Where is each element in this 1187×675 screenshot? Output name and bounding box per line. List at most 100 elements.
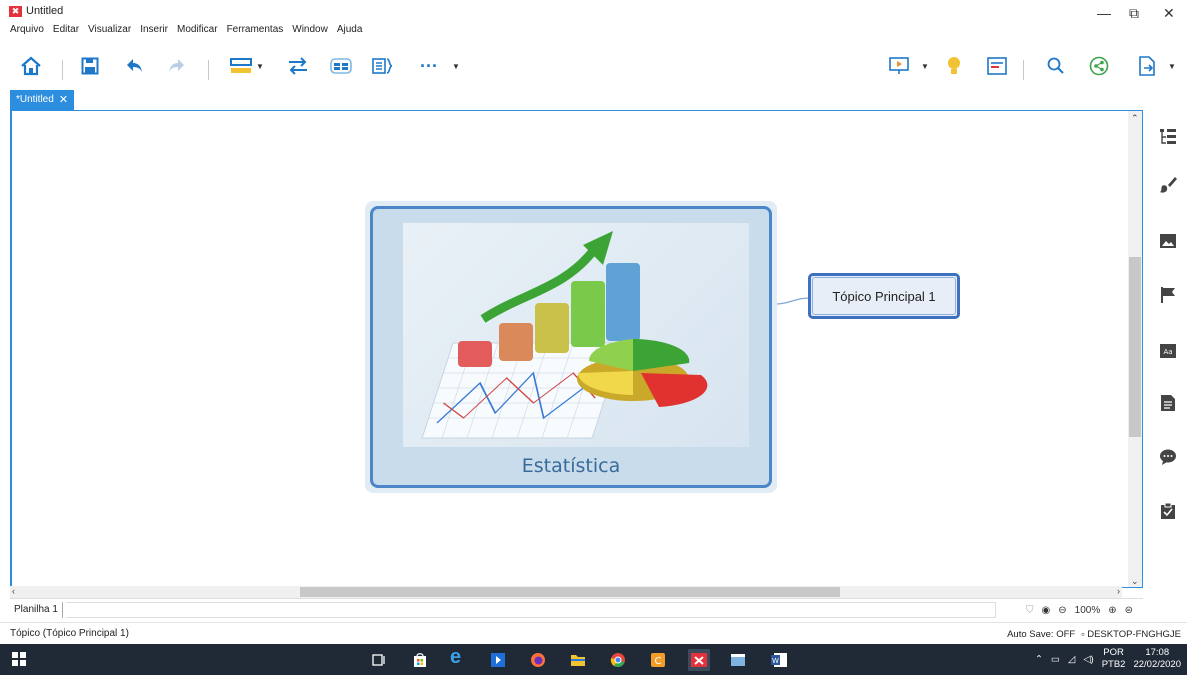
minimize-button[interactable]: — xyxy=(1097,6,1111,20)
format-brush-icon[interactable] xyxy=(1159,176,1177,194)
status-right: Auto Save: OFF ▫ DESKTOP-FNGHGJE xyxy=(1007,629,1181,640)
language-indicator[interactable]: POR PTB2 xyxy=(1102,647,1126,671)
edge-browser-icon[interactable]: e xyxy=(450,647,466,667)
close-button[interactable]: ✕ xyxy=(1163,6,1175,20)
firefox-icon[interactable] xyxy=(530,652,546,668)
toolbar-divider xyxy=(62,60,63,80)
menu-editar[interactable]: Editar xyxy=(53,22,79,38)
clock[interactable]: 17:08 22/02/2020 xyxy=(1133,647,1181,671)
menu-visualizar[interactable]: Visualizar xyxy=(88,22,131,38)
menu-arquivo[interactable]: Arquivo xyxy=(10,22,44,38)
text-style-icon[interactable]: Aa xyxy=(1159,342,1177,360)
autosave-status[interactable]: Auto Save: OFF xyxy=(1007,629,1075,640)
toolbar-divider xyxy=(208,60,209,80)
zoom-controls: ⛉ ◉ ⊖ 100% ⊕ ⊜ xyxy=(1026,602,1133,618)
app-c-icon[interactable]: C xyxy=(650,652,666,668)
subtopic-label: Tópico Principal 1 xyxy=(812,277,956,315)
statistics-chart-image xyxy=(403,223,749,447)
system-tray: ⌃ ▭ ◿ ◁) POR PTB2 17:08 22/02/2020 xyxy=(1035,647,1181,671)
central-topic[interactable]: Estatística xyxy=(365,201,777,493)
outline-icon[interactable] xyxy=(984,54,1010,78)
zoom-menu-icon[interactable]: ⊜ xyxy=(1125,605,1133,616)
svg-text:Aa: Aa xyxy=(1163,348,1172,356)
menu-window[interactable]: Window xyxy=(292,22,328,38)
mindmap-canvas[interactable]: Estatística Tópico Principal 1 ⌃ ⌄ xyxy=(10,110,1143,588)
xmind-logo-icon: ✖ xyxy=(9,6,22,17)
scroll-down-chevron-icon[interactable]: ⌄ xyxy=(1131,576,1139,587)
vertical-scrollbar[interactable]: ⌃ ⌄ xyxy=(1128,111,1142,587)
more-icon[interactable]: ··· xyxy=(416,54,442,78)
menu-ferramentas[interactable]: Ferramentas xyxy=(227,22,284,38)
topic-icon[interactable] xyxy=(228,54,254,78)
window-title: Untitled xyxy=(26,5,64,17)
home-icon[interactable] xyxy=(18,54,44,78)
menu-ajuda[interactable]: Ajuda xyxy=(337,22,363,38)
tab-label: *Untitled xyxy=(16,94,54,105)
selection-status: Tópico (Tópico Principal 1) xyxy=(10,628,129,639)
windows-taskbar: e C W ⌃ ▭ ◿ ◁) POR PTB2 17:08 22/02/2020 xyxy=(0,644,1187,675)
undo-icon[interactable] xyxy=(122,54,148,78)
more-dropdown-chevron-icon[interactable]: ▼ xyxy=(452,62,460,71)
image-icon[interactable] xyxy=(1159,232,1177,250)
search-icon[interactable] xyxy=(1043,54,1069,78)
zoom-out-icon[interactable]: ⊖ xyxy=(1058,605,1066,616)
idea-icon[interactable] xyxy=(941,54,967,78)
window-app-icon[interactable] xyxy=(730,652,746,668)
xmind-taskbar-icon[interactable] xyxy=(688,649,710,671)
export-dropdown-chevron-icon[interactable]: ▼ xyxy=(1168,62,1176,71)
sheet-bar: Planilha 1 ⛉ ◉ ⊖ 100% ⊕ ⊜ xyxy=(10,598,1143,620)
central-topic-title: Estatística xyxy=(521,455,621,477)
scroll-right-chevron-icon[interactable]: › xyxy=(1117,586,1120,596)
notes-icon[interactable] xyxy=(1159,394,1177,412)
vertical-scroll-thumb[interactable] xyxy=(1129,257,1141,437)
computer-name: ▫ DESKTOP-FNGHGJE xyxy=(1081,629,1181,640)
menu-modificar[interactable]: Modificar xyxy=(177,22,218,38)
menu-inserir[interactable]: Inserir xyxy=(140,22,168,38)
topic-dropdown-chevron-icon[interactable]: ▼ xyxy=(256,62,264,71)
title-bar: ✖ Untitled — ⧉ ✕ xyxy=(0,0,1187,22)
restore-button[interactable]: ⧉ xyxy=(1129,6,1139,20)
file-explorer-icon[interactable] xyxy=(570,652,586,668)
toolbar: ▼ ··· ▼ ▼ ▼ xyxy=(0,46,1187,90)
outline-panel-icon[interactable] xyxy=(1159,128,1177,146)
task-view-icon[interactable] xyxy=(371,652,387,668)
sheet-tab[interactable]: Planilha 1 xyxy=(10,602,63,618)
task-icon[interactable] xyxy=(1159,502,1177,520)
boundary-icon[interactable] xyxy=(328,54,354,78)
flag-marker-icon[interactable] xyxy=(1159,286,1177,304)
chrome-icon[interactable] xyxy=(610,652,626,668)
word-icon[interactable]: W xyxy=(770,652,787,668)
comment-icon[interactable] xyxy=(1159,448,1177,466)
svg-text:W: W xyxy=(772,657,779,665)
tray-chevron-icon[interactable]: ⌃ xyxy=(1035,654,1043,665)
scroll-up-chevron-icon[interactable]: ⌃ xyxy=(1131,113,1139,124)
windows-start-icon[interactable] xyxy=(12,652,28,668)
right-panel: Aa xyxy=(1146,110,1187,588)
tab-close-icon[interactable]: ✕ xyxy=(59,90,68,110)
share-icon[interactable] xyxy=(1086,54,1112,78)
store-icon[interactable] xyxy=(412,652,428,668)
subtopic-node[interactable]: Tópico Principal 1 xyxy=(808,273,960,319)
status-bar: Tópico (Tópico Principal 1) Auto Save: O… xyxy=(0,622,1187,644)
tab-untitled[interactable]: *Untitled ✕ xyxy=(10,90,75,110)
presentation-icon[interactable] xyxy=(886,54,912,78)
scroll-left-chevron-icon[interactable]: ‹ xyxy=(12,586,15,596)
presentation-dropdown-chevron-icon[interactable]: ▼ xyxy=(921,62,929,71)
export-icon[interactable] xyxy=(1134,54,1160,78)
volume-icon[interactable]: ◁) xyxy=(1083,654,1093,665)
relationship-icon[interactable] xyxy=(285,54,311,78)
network-icon[interactable]: ◿ xyxy=(1068,654,1075,665)
svg-text:C: C xyxy=(655,656,662,667)
battery-icon[interactable]: ▭ xyxy=(1051,654,1060,665)
horizontal-scrollbar[interactable]: ‹ › xyxy=(10,586,1122,598)
zoom-level: 100% xyxy=(1074,604,1101,616)
summary-icon[interactable] xyxy=(370,54,396,78)
media-app-icon[interactable] xyxy=(490,652,506,668)
filter-icon[interactable]: ⛉ xyxy=(1026,605,1034,616)
eye-icon[interactable]: ◉ xyxy=(1042,605,1051,616)
save-icon[interactable] xyxy=(77,54,103,78)
zoom-in-icon[interactable]: ⊕ xyxy=(1108,605,1116,616)
horizontal-scroll-thumb[interactable] xyxy=(300,587,840,597)
central-topic-frame: Estatística xyxy=(370,206,772,488)
redo-icon[interactable] xyxy=(163,54,189,78)
